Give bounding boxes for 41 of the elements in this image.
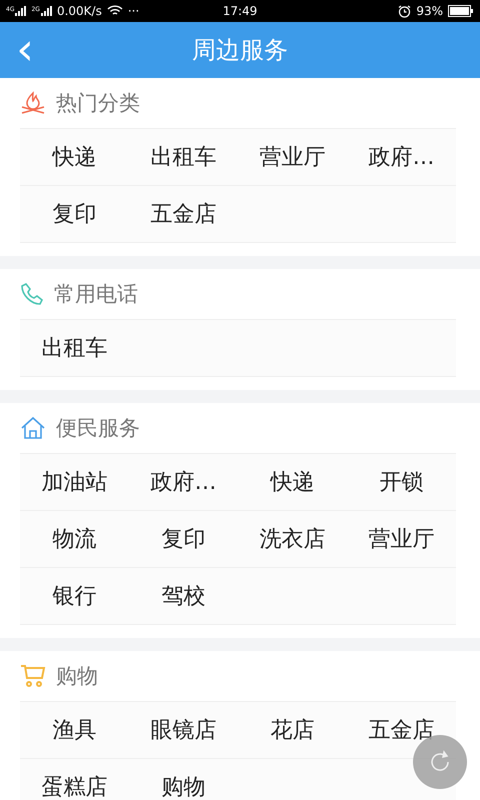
- section-title: 购物: [56, 663, 98, 690]
- page-title: 周边服务: [192, 35, 288, 66]
- signal-icon: [40, 6, 52, 16]
- clock-time: 17:49: [222, 4, 258, 18]
- category-link[interactable]: 五金店: [368, 715, 434, 745]
- category-link[interactable]: 快递: [52, 142, 96, 172]
- alarm-icon: [398, 4, 412, 18]
- category-link[interactable]: 政府…: [368, 142, 434, 172]
- category-link[interactable]: 驾校: [162, 581, 206, 611]
- battery-percent: 93%: [416, 4, 443, 18]
- category-link[interactable]: 营业厅: [368, 524, 434, 554]
- cart-icon: [20, 664, 46, 688]
- more-indicator: ···: [128, 4, 140, 18]
- category-link[interactable]: 快递: [270, 467, 314, 497]
- section-title: 便民服务: [56, 415, 140, 442]
- wifi-icon: [106, 5, 123, 17]
- category-link[interactable]: 复印: [52, 199, 96, 229]
- category-link[interactable]: 营业厅: [260, 142, 326, 172]
- signal-icon: [15, 6, 26, 16]
- section-title: 热门分类: [56, 90, 140, 117]
- category-link[interactable]: 出租车: [42, 333, 108, 363]
- category-link[interactable]: 政府…: [150, 467, 216, 497]
- category-link[interactable]: 银行: [52, 581, 96, 611]
- flame-icon: [20, 91, 46, 115]
- category-link[interactable]: 购物: [162, 772, 206, 800]
- phone-icon: [20, 282, 44, 306]
- category-link[interactable]: 蛋糕店: [42, 772, 108, 800]
- category-link[interactable]: 渔具: [52, 715, 96, 745]
- network-speed: 0.00K/s: [56, 4, 102, 18]
- category-link[interactable]: 开锁: [380, 467, 424, 497]
- category-link[interactable]: 洗衣店: [260, 524, 326, 554]
- category-link[interactable]: 出租车: [150, 142, 216, 172]
- house-icon: [20, 416, 46, 440]
- section-title: 常用电话: [54, 281, 138, 308]
- category-link[interactable]: 五金店: [150, 199, 216, 229]
- category-link[interactable]: 复印: [162, 524, 206, 554]
- category-link[interactable]: 花店: [270, 715, 314, 745]
- category-link[interactable]: 物流: [52, 524, 96, 554]
- category-link[interactable]: 加油站: [42, 467, 108, 497]
- category-link[interactable]: 眼镜店: [150, 715, 216, 745]
- battery-icon: [448, 5, 474, 17]
